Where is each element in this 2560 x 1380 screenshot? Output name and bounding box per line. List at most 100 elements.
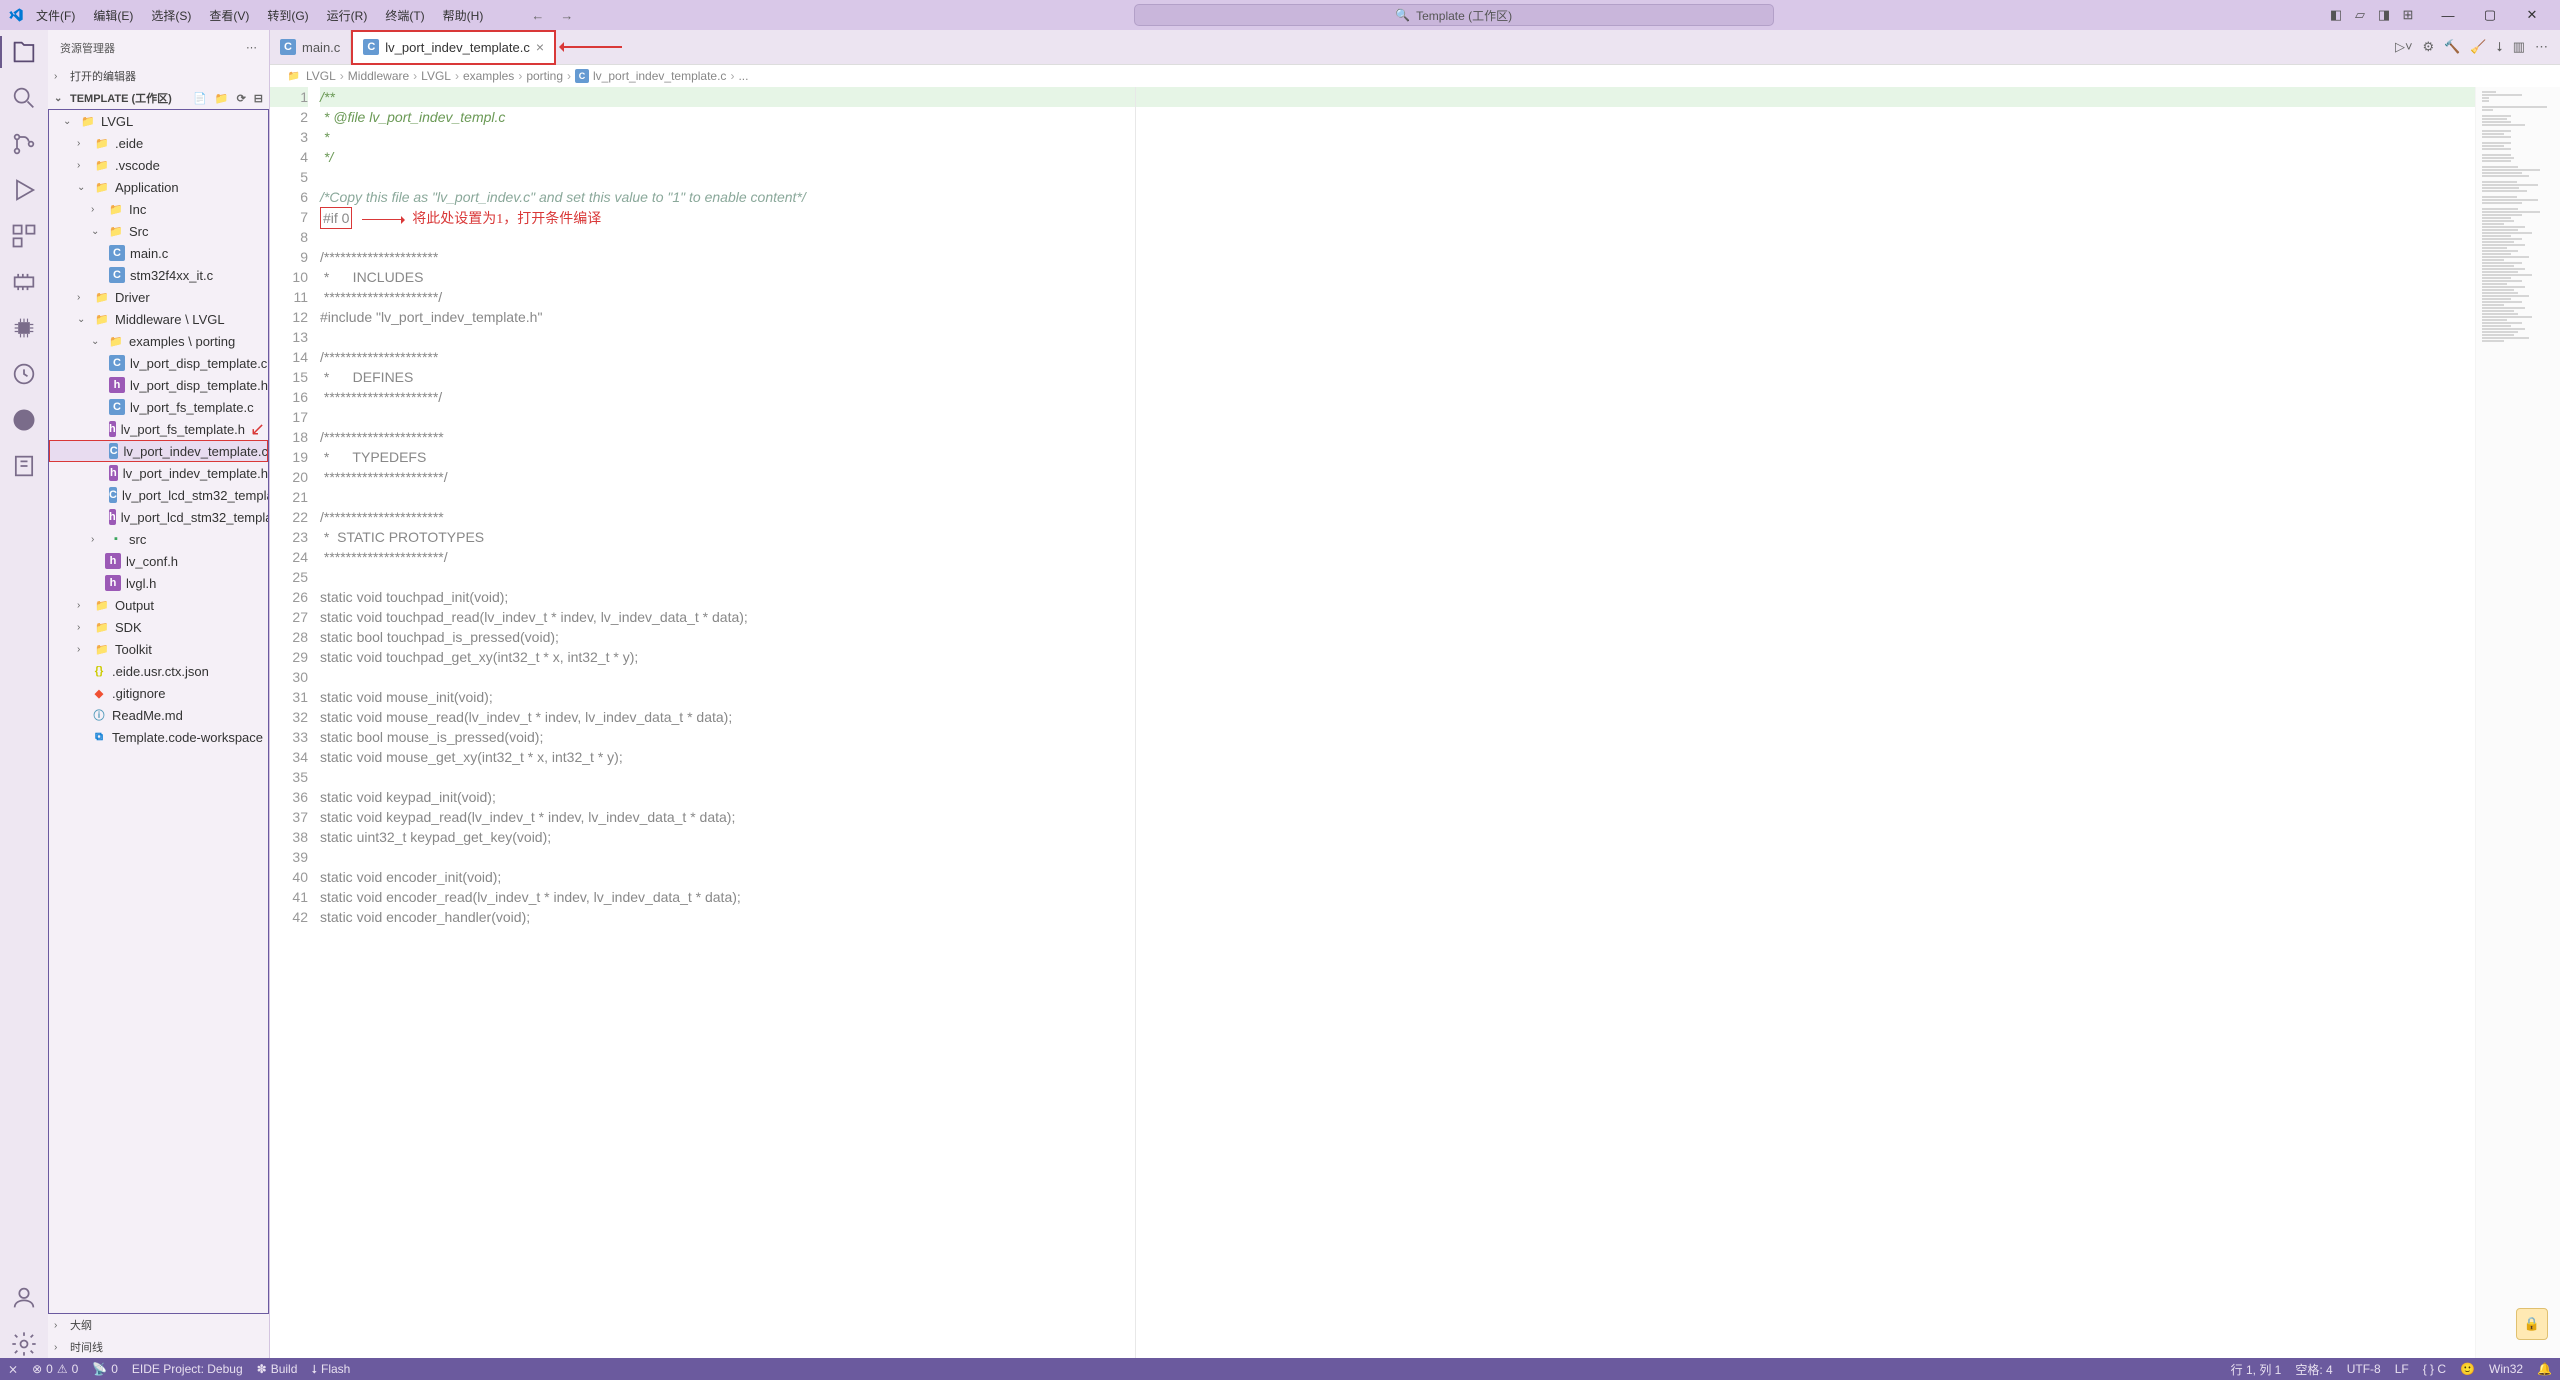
status-language[interactable]: { } C <box>2423 1361 2446 1378</box>
tree-folder-examples[interactable]: ⌄📁examples \ porting <box>49 330 268 352</box>
status-encoding[interactable]: UTF-8 <box>2347 1361 2381 1378</box>
refresh-icon[interactable]: ⟳ <box>237 92 246 105</box>
tree-file[interactable]: Clv_port_fs_template.c <box>49 396 268 418</box>
tree-folder-lvgl[interactable]: ⌄📁LVGL <box>49 110 268 132</box>
menu-selection[interactable]: 选择(S) <box>143 3 199 28</box>
close-button[interactable]: ✕ <box>2512 0 2552 30</box>
status-feedback-icon[interactable]: 🙂 <box>2460 1361 2475 1378</box>
tab-main-c[interactable]: Cmain.c <box>270 30 351 65</box>
status-eide-project[interactable]: EIDE Project: Debug <box>132 1362 243 1376</box>
section-workspace[interactable]: ⌄ TEMPLATE (工作区) 📄 📁 ⟳ ⊟ <box>48 87 269 109</box>
status-flash[interactable]: ⭣ Flash <box>311 1362 350 1377</box>
toggle-secondary-sidebar-icon[interactable]: ◨ <box>2376 7 2392 23</box>
activity-account-icon[interactable] <box>10 1284 38 1312</box>
section-outline[interactable]: ›大纲 <box>48 1314 269 1336</box>
command-center[interactable]: 🔍 Template (工作区) <box>1134 4 1774 26</box>
tree-file[interactable]: {}.eide.usr.ctx.json <box>49 660 268 682</box>
section-timeline[interactable]: ›时间线 <box>48 1336 269 1358</box>
activity-extensions-icon[interactable] <box>10 222 38 250</box>
tree-file[interactable]: hlv_port_indev_template.h <box>49 462 268 484</box>
more-icon[interactable]: ⋯ <box>2535 39 2548 55</box>
floating-action-button[interactable]: 🔒 <box>2516 1308 2548 1340</box>
tree-folder-src2[interactable]: ›▪src <box>49 528 268 550</box>
minimize-button[interactable]: — <box>2428 0 2468 30</box>
tab-lv-port-indev[interactable]: Clv_port_indev_template.c × <box>351 30 556 65</box>
activity-cpu-icon[interactable] <box>10 314 38 342</box>
tree-folder-driver[interactable]: ›📁Driver <box>49 286 268 308</box>
tree-file[interactable]: Clv_port_lcd_stm32_template.c <box>49 484 268 506</box>
tree-file[interactable]: hlv_conf.h <box>49 550 268 572</box>
menu-run[interactable]: 运行(R) <box>319 3 376 28</box>
status-remote[interactable]: ⨯ <box>8 1362 18 1376</box>
status-cursor[interactable]: 行 1, 列 1 <box>2231 1361 2282 1378</box>
tree-folder-application[interactable]: ⌄📁Application <box>49 176 268 198</box>
tree-file[interactable]: ◆.gitignore <box>49 682 268 704</box>
status-ports[interactable]: 📡 0 <box>92 1362 118 1376</box>
tab-close-icon[interactable]: × <box>536 39 544 55</box>
activity-bookmarks-icon[interactable] <box>10 452 38 480</box>
customize-layout-icon[interactable]: ⊞ <box>2400 7 2416 23</box>
activity-explorer-icon[interactable] <box>10 38 38 66</box>
nav-back-icon[interactable]: ← <box>525 6 550 25</box>
activity-debugconsole-icon[interactable] <box>10 360 38 388</box>
split-icon[interactable]: ▥ <box>2513 39 2525 55</box>
tree-folder-vscode[interactable]: ›📁.vscode <box>49 154 268 176</box>
nav-forward-icon[interactable]: → <box>554 6 579 25</box>
status-problems[interactable]: ⊗ 0 ⚠ 0 <box>32 1362 78 1376</box>
tree-folder-sdk[interactable]: ›📁SDK <box>49 616 268 638</box>
tree-file[interactable]: hlv_port_fs_template.h↙ <box>49 418 268 440</box>
tree-folder-inc[interactable]: ›📁Inc <box>49 198 268 220</box>
tree-file[interactable]: ⓘReadMe.md <box>49 704 268 726</box>
run-icon[interactable]: ▷˅ <box>2395 39 2413 55</box>
menu-help[interactable]: 帮助(H) <box>435 3 492 28</box>
build-icon[interactable]: 🔨 <box>2444 39 2460 55</box>
tree-folder-middleware[interactable]: ⌄📁Middleware \ LVGL <box>49 308 268 330</box>
tree-file-main-c[interactable]: Cmain.c <box>49 242 268 264</box>
sidebar-more-icon[interactable]: ⋯ <box>246 41 257 54</box>
section-open-editors[interactable]: › 打开的编辑器 <box>48 65 269 87</box>
window-controls: — ▢ ✕ <box>2428 0 2552 30</box>
tree-file-selected[interactable]: Clv_port_indev_template.c <box>49 440 268 462</box>
status-indent[interactable]: 空格: 4 <box>2295 1361 2332 1378</box>
tree-folder-eide[interactable]: ›📁.eide <box>49 132 268 154</box>
menu-file[interactable]: 文件(F) <box>28 3 83 28</box>
activity-cortex-icon[interactable] <box>10 406 38 434</box>
tree-file[interactable]: Clv_port_disp_template.c <box>49 352 268 374</box>
settings-icon[interactable]: ⚙ <box>2423 39 2435 55</box>
line-gutter: 1234567891011121314151617181920212223242… <box>270 87 320 1358</box>
maximize-button[interactable]: ▢ <box>2470 0 2510 30</box>
code-content[interactable]: /** * @file lv_port_indev_templ.c * */ /… <box>320 87 2475 1358</box>
menu-terminal[interactable]: 终端(T) <box>377 3 432 28</box>
new-file-icon[interactable]: 📄 <box>193 92 207 105</box>
status-build[interactable]: ✽ Build <box>257 1362 298 1376</box>
tree-file[interactable]: hlv_port_disp_template.h <box>49 374 268 396</box>
code-editor[interactable]: 1234567891011121314151617181920212223242… <box>270 87 2560 1358</box>
activity-settings-icon[interactable] <box>10 1330 38 1358</box>
minimap[interactable] <box>2475 87 2560 1358</box>
status-eol[interactable]: LF <box>2395 1361 2409 1378</box>
tree-file[interactable]: hlvgl.h <box>49 572 268 594</box>
menu-go[interactable]: 转到(G) <box>259 3 316 28</box>
download-icon[interactable]: ⭣ <box>2497 39 2503 55</box>
menu-edit[interactable]: 编辑(E) <box>85 3 141 28</box>
breadcrumb[interactable]: 📁LVGL› Middleware› LVGL› examples› porti… <box>270 65 2560 87</box>
activity-scm-icon[interactable] <box>10 130 38 158</box>
activity-debug-icon[interactable] <box>10 176 38 204</box>
tree-file[interactable]: ⧉Template.code-workspace <box>49 726 268 748</box>
status-os[interactable]: Win32 <box>2489 1361 2523 1378</box>
tree-file[interactable]: hlv_port_lcd_stm32_template.h <box>49 506 268 528</box>
activity-search-icon[interactable] <box>10 84 38 112</box>
menu-view[interactable]: 查看(V) <box>201 3 257 28</box>
collapse-icon[interactable]: ⊟ <box>254 92 263 105</box>
activity-eide-icon[interactable] <box>10 268 38 296</box>
new-folder-icon[interactable]: 📁 <box>215 92 229 105</box>
tree-folder-toolkit[interactable]: ›📁Toolkit <box>49 638 268 660</box>
status-bell-icon[interactable]: 🔔 <box>2537 1361 2552 1378</box>
toggle-panel-icon[interactable]: ▱ <box>2352 7 2368 23</box>
command-center-text: Template (工作区) <box>1416 7 1512 24</box>
tree-file-stm32f4xx-it-c[interactable]: Cstm32f4xx_it.c <box>49 264 268 286</box>
tree-folder-src[interactable]: ⌄📁Src <box>49 220 268 242</box>
clean-icon[interactable]: 🧹 <box>2470 39 2486 55</box>
tree-folder-output[interactable]: ›📁Output <box>49 594 268 616</box>
toggle-primary-sidebar-icon[interactable]: ◧ <box>2328 7 2344 23</box>
